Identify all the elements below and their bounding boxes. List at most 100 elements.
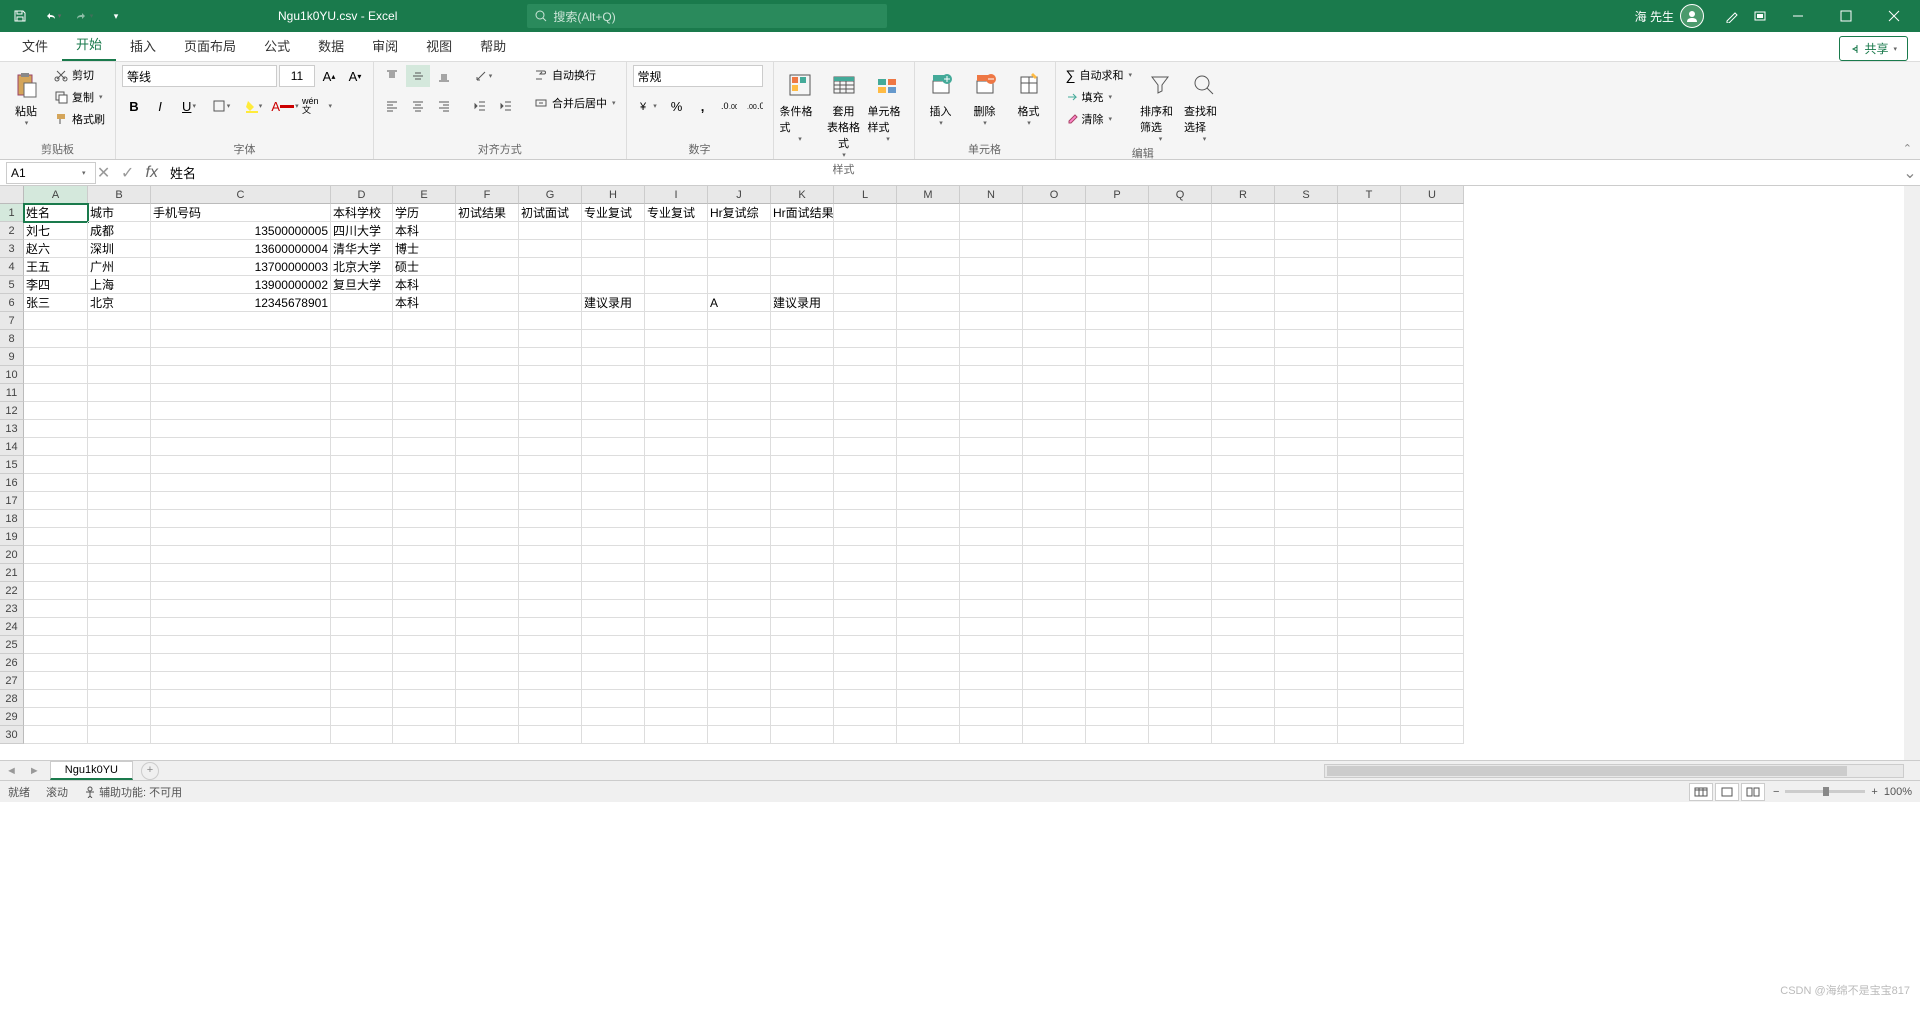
cell[interactable] [1401,204,1464,222]
cell[interactable] [897,546,960,564]
cell[interactable] [519,564,582,582]
cell[interactable] [897,312,960,330]
cell[interactable] [960,672,1023,690]
cell[interactable] [519,438,582,456]
cell[interactable] [645,672,708,690]
cell[interactable] [1275,240,1338,258]
cell[interactable] [771,420,834,438]
align-left-icon[interactable] [380,95,404,117]
cell[interactable] [897,564,960,582]
cell[interactable] [456,564,519,582]
cell[interactable] [331,510,393,528]
cell[interactable] [771,726,834,744]
cell[interactable] [834,546,897,564]
column-header[interactable]: O [1023,186,1086,204]
cell[interactable] [24,546,88,564]
cell[interactable] [456,330,519,348]
cell[interactable] [1212,240,1275,258]
cell[interactable] [331,690,393,708]
cell[interactable] [708,438,771,456]
cell[interactable]: 手机号码 [151,204,331,222]
cell[interactable] [1275,276,1338,294]
cell[interactable]: 学历 [393,204,456,222]
cell[interactable] [1023,546,1086,564]
cell[interactable] [456,672,519,690]
cell[interactable] [24,402,88,420]
cell[interactable] [960,258,1023,276]
add-sheet-button[interactable]: + [141,762,159,780]
cell[interactable] [708,564,771,582]
cell[interactable] [393,312,456,330]
cell[interactable] [1212,492,1275,510]
cell[interactable] [393,726,456,744]
cell[interactable] [582,528,645,546]
cell[interactable] [1401,492,1464,510]
cell[interactable] [24,510,88,528]
sort-filter-button[interactable]: 排序和筛选▾ [1140,65,1180,143]
cell[interactable] [88,438,151,456]
cell[interactable] [834,492,897,510]
cell[interactable] [771,438,834,456]
align-middle-icon[interactable] [406,65,430,87]
cell[interactable] [331,474,393,492]
tab-review[interactable]: 审阅 [358,30,412,61]
cell[interactable] [834,582,897,600]
cell[interactable] [1275,330,1338,348]
cell[interactable] [582,492,645,510]
decrease-decimal-icon[interactable]: .00.0 [743,95,767,117]
tab-formulas[interactable]: 公式 [250,30,304,61]
cell[interactable] [771,276,834,294]
cell[interactable] [771,330,834,348]
cell[interactable] [645,690,708,708]
cell[interactable] [1212,582,1275,600]
cell[interactable] [582,600,645,618]
enter-formula-icon[interactable]: ✓ [118,163,138,183]
cell[interactable] [331,438,393,456]
cell[interactable] [393,690,456,708]
cell[interactable] [151,348,331,366]
cell[interactable] [1023,438,1086,456]
cell[interactable] [1086,384,1149,402]
cell[interactable] [24,654,88,672]
column-header[interactable]: K [771,186,834,204]
cell[interactable] [456,546,519,564]
cell[interactable] [897,492,960,510]
increase-decimal-icon[interactable]: .0.00 [717,95,741,117]
cell[interactable] [1023,240,1086,258]
cell[interactable] [519,726,582,744]
cell[interactable] [708,510,771,528]
cell[interactable] [1401,312,1464,330]
cell[interactable] [456,276,519,294]
cell[interactable] [1338,294,1401,312]
cell[interactable] [1086,564,1149,582]
cell[interactable] [708,276,771,294]
cell[interactable] [1401,726,1464,744]
row-header[interactable]: 5 [0,276,24,294]
row-header[interactable]: 24 [0,618,24,636]
cell[interactable] [771,492,834,510]
cell[interactable] [708,690,771,708]
cell[interactable] [708,582,771,600]
cell[interactable] [1023,708,1086,726]
cell[interactable] [834,708,897,726]
cell[interactable] [708,672,771,690]
cell[interactable] [456,654,519,672]
row-header[interactable]: 25 [0,636,24,654]
cell[interactable] [645,636,708,654]
cell[interactable] [1023,330,1086,348]
column-header[interactable]: I [645,186,708,204]
cell[interactable] [582,240,645,258]
cell[interactable] [1149,582,1212,600]
cell[interactable] [151,726,331,744]
cell[interactable] [1149,456,1212,474]
cell[interactable]: 建议录用 [771,294,834,312]
cell[interactable] [24,636,88,654]
cell[interactable] [456,636,519,654]
cell[interactable] [960,330,1023,348]
cell[interactable] [331,420,393,438]
cell[interactable] [1149,618,1212,636]
cell[interactable] [88,654,151,672]
cell[interactable] [88,420,151,438]
insert-cells-button[interactable]: 插入▾ [921,65,961,127]
cell[interactable] [582,402,645,420]
